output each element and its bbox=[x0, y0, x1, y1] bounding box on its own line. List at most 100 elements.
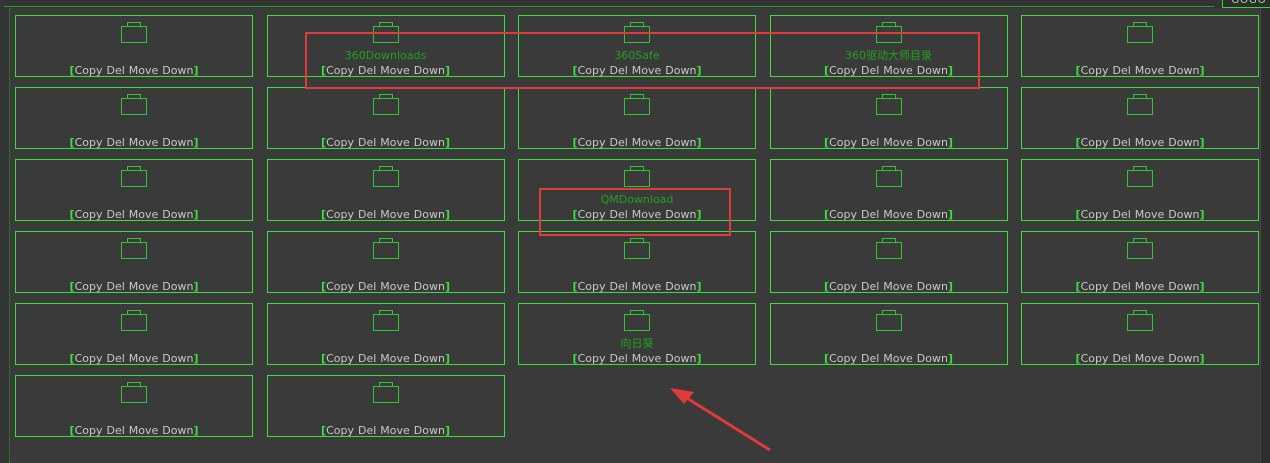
copy-action[interactable]: Copy bbox=[326, 280, 354, 293]
down-action[interactable]: Down bbox=[1168, 208, 1199, 221]
move-action[interactable]: Move bbox=[883, 136, 913, 149]
folder-icon[interactable] bbox=[121, 94, 147, 115]
copy-action[interactable]: Copy bbox=[578, 352, 606, 365]
move-action[interactable]: Move bbox=[632, 352, 662, 365]
copy-action[interactable]: Copy bbox=[578, 136, 606, 149]
copy-action[interactable]: Copy bbox=[1081, 208, 1109, 221]
copy-action[interactable]: Copy bbox=[578, 280, 606, 293]
folder-icon[interactable] bbox=[121, 238, 147, 259]
down-action[interactable]: Down bbox=[162, 352, 193, 365]
folder-icon[interactable] bbox=[372, 22, 399, 43]
move-action[interactable]: Move bbox=[129, 64, 159, 77]
down-action[interactable]: Down bbox=[917, 280, 948, 293]
down-action[interactable]: Down bbox=[162, 424, 193, 437]
folder-icon[interactable] bbox=[372, 94, 399, 115]
move-action[interactable]: Move bbox=[1135, 280, 1165, 293]
copy-action[interactable]: Copy bbox=[326, 208, 354, 221]
del-action[interactable]: Del bbox=[358, 424, 376, 437]
folder-icon[interactable] bbox=[372, 166, 399, 187]
del-action[interactable]: Del bbox=[358, 136, 376, 149]
folder-tile[interactable]: [Copy Del Move Down] bbox=[266, 375, 505, 437]
folder-icon[interactable] bbox=[1127, 94, 1153, 115]
move-action[interactable]: Move bbox=[1135, 136, 1165, 149]
down-action[interactable]: Down bbox=[1168, 64, 1199, 77]
down-action[interactable]: Down bbox=[414, 352, 445, 365]
folder-tile[interactable]: [Copy Del Move Down] bbox=[769, 87, 1008, 149]
folder-icon[interactable] bbox=[624, 22, 650, 43]
del-action[interactable]: Del bbox=[861, 64, 879, 77]
move-action[interactable]: Move bbox=[883, 352, 913, 365]
folder-icon[interactable] bbox=[1127, 166, 1153, 187]
move-action[interactable]: Move bbox=[129, 280, 159, 293]
folder-tile[interactable]: [Copy Del Move Down] bbox=[15, 375, 253, 437]
folder-tile[interactable]: [Copy Del Move Down] bbox=[15, 303, 253, 365]
del-action[interactable]: Del bbox=[609, 64, 627, 77]
del-action[interactable]: Del bbox=[106, 424, 124, 437]
copy-action[interactable]: Copy bbox=[326, 424, 354, 437]
folder-icon[interactable] bbox=[624, 166, 650, 187]
del-action[interactable]: Del bbox=[106, 208, 124, 221]
down-action[interactable]: Down bbox=[414, 64, 445, 77]
folder-icon[interactable] bbox=[121, 310, 147, 331]
folder-tile[interactable]: [Copy Del Move Down] bbox=[15, 87, 253, 149]
down-action[interactable]: Down bbox=[162, 136, 193, 149]
copy-action[interactable]: Copy bbox=[326, 352, 354, 365]
move-action[interactable]: Move bbox=[129, 352, 159, 365]
folder-name[interactable]: 360Safe bbox=[519, 49, 755, 62]
copy-action[interactable]: Copy bbox=[829, 136, 857, 149]
folder-tile[interactable]: [Copy Del Move Down] bbox=[15, 159, 253, 221]
folder-tile[interactable]: [Copy Del Move Down] bbox=[1021, 303, 1259, 365]
move-action[interactable]: Move bbox=[1135, 352, 1165, 365]
down-action[interactable]: Down bbox=[917, 64, 948, 77]
del-action[interactable]: Del bbox=[861, 136, 879, 149]
folder-tile[interactable]: 360Safe [Copy Del Move Down] bbox=[518, 15, 756, 77]
move-action[interactable]: Move bbox=[1135, 208, 1165, 221]
del-action[interactable]: Del bbox=[861, 352, 879, 365]
copy-action[interactable]: Copy bbox=[326, 136, 354, 149]
down-action[interactable]: Down bbox=[1168, 280, 1199, 293]
folder-tile[interactable]: [Copy Del Move Down] bbox=[1021, 15, 1259, 77]
copy-action[interactable]: Copy bbox=[829, 208, 857, 221]
del-action[interactable]: Del bbox=[1112, 64, 1130, 77]
down-action[interactable]: Down bbox=[162, 280, 193, 293]
del-action[interactable]: Del bbox=[358, 64, 376, 77]
copy-action[interactable]: Copy bbox=[1081, 352, 1109, 365]
folder-icon[interactable] bbox=[875, 94, 902, 115]
move-action[interactable]: Move bbox=[632, 136, 662, 149]
down-action[interactable]: Down bbox=[917, 136, 948, 149]
copy-action[interactable]: Copy bbox=[829, 280, 857, 293]
vertical-scrollbar[interactable] bbox=[1260, 8, 1270, 463]
move-action[interactable]: Move bbox=[380, 136, 410, 149]
folder-icon[interactable] bbox=[1127, 238, 1153, 259]
copy-action[interactable]: Copy bbox=[75, 136, 103, 149]
folder-icon[interactable] bbox=[875, 310, 902, 331]
move-action[interactable]: Move bbox=[129, 136, 159, 149]
move-action[interactable]: Move bbox=[129, 424, 159, 437]
copy-action[interactable]: Copy bbox=[578, 64, 606, 77]
folder-tile[interactable]: [Copy Del Move Down] bbox=[769, 159, 1008, 221]
del-action[interactable]: Del bbox=[861, 280, 879, 293]
copy-action[interactable]: Copy bbox=[829, 64, 857, 77]
del-action[interactable]: Del bbox=[1112, 136, 1130, 149]
folder-icon[interactable] bbox=[1127, 310, 1153, 331]
down-action[interactable]: Down bbox=[665, 208, 696, 221]
folder-tile[interactable]: [Copy Del Move Down] bbox=[1021, 231, 1259, 293]
folder-icon[interactable] bbox=[875, 166, 902, 187]
folder-name[interactable]: 360Downloads bbox=[268, 49, 504, 62]
down-action[interactable]: Down bbox=[162, 64, 193, 77]
down-action[interactable]: Down bbox=[665, 280, 696, 293]
move-action[interactable]: Move bbox=[1135, 64, 1165, 77]
folder-icon[interactable] bbox=[1127, 22, 1153, 43]
del-action[interactable]: Del bbox=[609, 136, 627, 149]
down-action[interactable]: Down bbox=[1168, 352, 1199, 365]
del-action[interactable]: Del bbox=[358, 208, 376, 221]
copy-action[interactable]: Copy bbox=[578, 208, 606, 221]
folder-icon[interactable] bbox=[372, 382, 399, 403]
del-action[interactable]: Del bbox=[1112, 352, 1130, 365]
folder-tile[interactable]: 360Downloads [Copy Del Move Down] bbox=[266, 15, 505, 77]
del-action[interactable]: Del bbox=[358, 280, 376, 293]
move-action[interactable]: Move bbox=[883, 208, 913, 221]
move-action[interactable]: Move bbox=[129, 208, 159, 221]
folder-icon[interactable] bbox=[624, 310, 650, 331]
folder-icon[interactable] bbox=[121, 22, 147, 43]
